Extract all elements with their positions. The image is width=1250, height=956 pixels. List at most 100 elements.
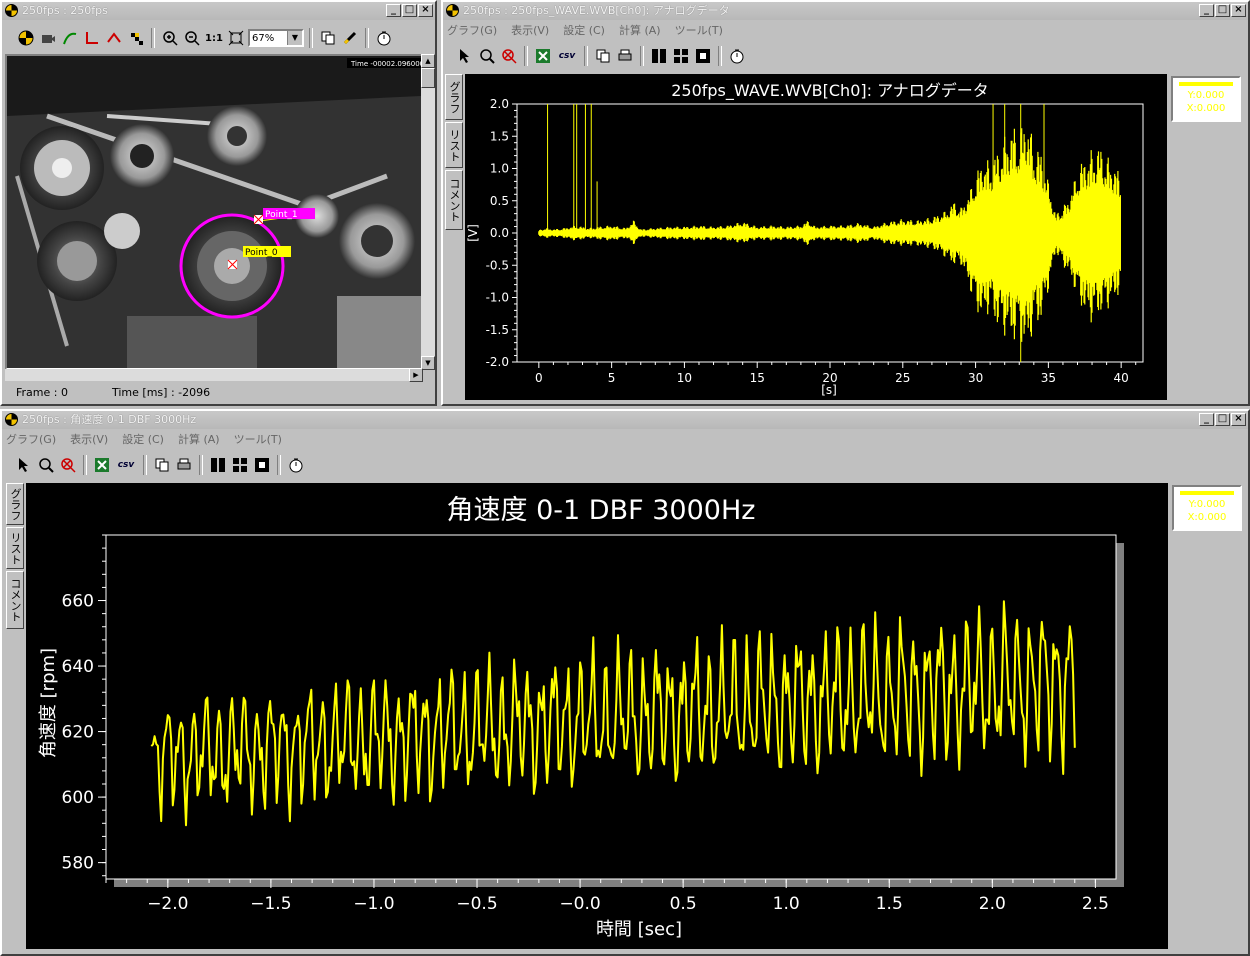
one-to-one-button[interactable]: 1:1: [204, 28, 224, 48]
layout-columns-icon[interactable]: [208, 455, 228, 475]
curve-icon[interactable]: [60, 28, 80, 48]
wave-xtick-label: 30: [968, 371, 983, 385]
minimize-button[interactable]: _: [1199, 413, 1214, 426]
zoom-icon[interactable]: [477, 46, 497, 66]
wave-xtick-label: 35: [1041, 371, 1056, 385]
layout-single-icon[interactable]: [693, 46, 713, 66]
brush-icon[interactable]: [340, 28, 360, 48]
wave-xtick-label: 25: [895, 371, 910, 385]
maximize-button[interactable]: □: [1215, 4, 1230, 17]
tab-list[interactable]: リスト: [445, 122, 463, 168]
engine-video-frame: Time -00002.096000 Point_1 Point_0: [7, 56, 421, 368]
menu-calc[interactable]: 計算 (A): [178, 431, 220, 447]
print-icon[interactable]: [615, 46, 635, 66]
tab-graph[interactable]: グラフ: [6, 483, 24, 525]
angle-ytick-label: 600: [62, 788, 94, 808]
angle-window-titlebar[interactable]: 250fps : 角速度 0-1 DBF 3000Hz _ □ ×: [2, 411, 1248, 429]
minimize-button[interactable]: _: [386, 4, 401, 17]
time-value: -2096: [178, 386, 211, 399]
wave-window-titlebar[interactable]: 250fps : 250fps_WAVE.WVB[Ch0]: アナログデータ _…: [443, 2, 1248, 20]
toolbar-separator: [584, 46, 588, 66]
close-button[interactable]: ×: [1231, 413, 1246, 426]
zoom-select[interactable]: 67% ▼: [248, 29, 304, 47]
angle-xtick-label: 1.0: [773, 894, 800, 914]
video-vertical-scrollbar[interactable]: ▲ ▼: [421, 54, 435, 370]
flag-icon[interactable]: [126, 28, 146, 48]
menu-graph[interactable]: グラフ(G): [447, 22, 497, 38]
point0-marker[interactable]: [227, 259, 238, 270]
menu-graph[interactable]: グラフ(G): [6, 431, 56, 447]
app-icon: [5, 4, 18, 17]
video-viewport[interactable]: Time -00002.096000 Point_1 Point_0: [5, 54, 423, 370]
angle-chart-title: 角速度 0-1 DBF 3000Hz: [447, 495, 756, 526]
zoom-reset-icon[interactable]: [499, 46, 519, 66]
tab-comment[interactable]: コメント: [6, 571, 24, 629]
wave-ytick-label: 2.0: [490, 97, 509, 111]
excel-icon[interactable]: [92, 455, 112, 475]
copy-icon[interactable]: [318, 28, 338, 48]
frame-label: Frame :: [16, 386, 61, 399]
angle-xlabel: 時間 [sec]: [596, 919, 682, 940]
pointer-icon[interactable]: [14, 455, 34, 475]
tab-graph[interactable]: グラフ: [445, 74, 463, 120]
wave-xtick-label: 40: [1114, 371, 1129, 385]
angle-xtick-label: −1.0: [353, 894, 394, 914]
angle-plot-area[interactable]: 角速度 0-1 DBF 3000Hz 580 600 620 640 660 −2.0 −1.…: [26, 483, 1168, 949]
csv-button[interactable]: csv: [555, 46, 579, 66]
layout-grid-icon[interactable]: [230, 455, 250, 475]
close-button[interactable]: ×: [1231, 4, 1246, 17]
layout-single-icon[interactable]: [252, 455, 272, 475]
close-button[interactable]: ×: [418, 4, 433, 17]
video-horizontal-scrollbar[interactable]: ▶: [5, 368, 423, 382]
copy-icon[interactable]: [152, 455, 172, 475]
copy-icon[interactable]: [593, 46, 613, 66]
maximize-button[interactable]: □: [1215, 413, 1230, 426]
chevron-down-icon[interactable]: ▼: [287, 31, 302, 45]
wave-menubar: グラフ(G) 表示(V) 設定 (C) 計算 (A) ツール(T): [447, 22, 723, 38]
toolbar-separator: [199, 455, 203, 475]
time-label: Time [ms] :: [112, 386, 179, 399]
angle-xtick-label: −2.0: [147, 894, 188, 914]
minimize-button[interactable]: _: [1199, 4, 1214, 17]
point1-marker[interactable]: [253, 214, 264, 225]
tab-comment[interactable]: コメント: [445, 170, 463, 230]
zoom-icon[interactable]: [36, 455, 56, 475]
print-icon[interactable]: [174, 455, 194, 475]
wave-chart-title: 250fps_WAVE.WVB[Ch0]: アナログデータ: [671, 81, 989, 101]
pointer-icon[interactable]: [455, 46, 475, 66]
angle-ytick-label: 660: [62, 592, 94, 612]
maximize-button[interactable]: □: [402, 4, 417, 17]
menu-settings[interactable]: 設定 (C): [563, 22, 605, 38]
menu-view[interactable]: 表示(V): [511, 22, 549, 38]
wave-plot-area[interactable]: 250fps_WAVE.WVB[Ch0]: アナログデータ 2.0 1.5 1.0 0.…: [465, 74, 1167, 400]
menu-tools[interactable]: ツール(T): [234, 431, 282, 447]
camera-icon[interactable]: [38, 28, 58, 48]
angle-ytick-label: 580: [62, 854, 94, 874]
timer-icon[interactable]: [727, 46, 747, 66]
layout-columns-icon[interactable]: [649, 46, 669, 66]
point1-label: Point_1: [265, 210, 298, 220]
tab-list[interactable]: リスト: [6, 527, 24, 569]
video-window[interactable]: 250fps : 250fps _ □ × 1:1 67% ▼ Time -00…: [0, 0, 437, 406]
menu-tools[interactable]: ツール(T): [675, 22, 723, 38]
target-icon[interactable]: [16, 28, 36, 48]
zoom-reset-icon[interactable]: [58, 455, 78, 475]
toolbar-separator: [309, 28, 313, 48]
excel-icon[interactable]: [533, 46, 553, 66]
angle-ytick-label: 640: [62, 657, 94, 677]
menu-view[interactable]: 表示(V): [70, 431, 108, 447]
axis-icon[interactable]: [82, 28, 102, 48]
wave-window[interactable]: 250fps : 250fps_WAVE.WVB[Ch0]: アナログデータ _…: [441, 0, 1250, 406]
timer-icon[interactable]: [374, 28, 394, 48]
csv-button[interactable]: csv: [114, 455, 138, 475]
zoom-in-icon[interactable]: [160, 28, 180, 48]
track-icon[interactable]: [104, 28, 124, 48]
layout-grid-icon[interactable]: [671, 46, 691, 66]
video-window-titlebar[interactable]: 250fps : 250fps _ □ ×: [2, 2, 435, 20]
zoom-out-icon[interactable]: [182, 28, 202, 48]
fit-icon[interactable]: [226, 28, 246, 48]
menu-calc[interactable]: 計算 (A): [619, 22, 661, 38]
menu-settings[interactable]: 設定 (C): [122, 431, 164, 447]
timer-icon[interactable]: [286, 455, 306, 475]
angle-window[interactable]: 250fps : 角速度 0-1 DBF 3000Hz _ □ × グラフ(G)…: [0, 409, 1250, 956]
